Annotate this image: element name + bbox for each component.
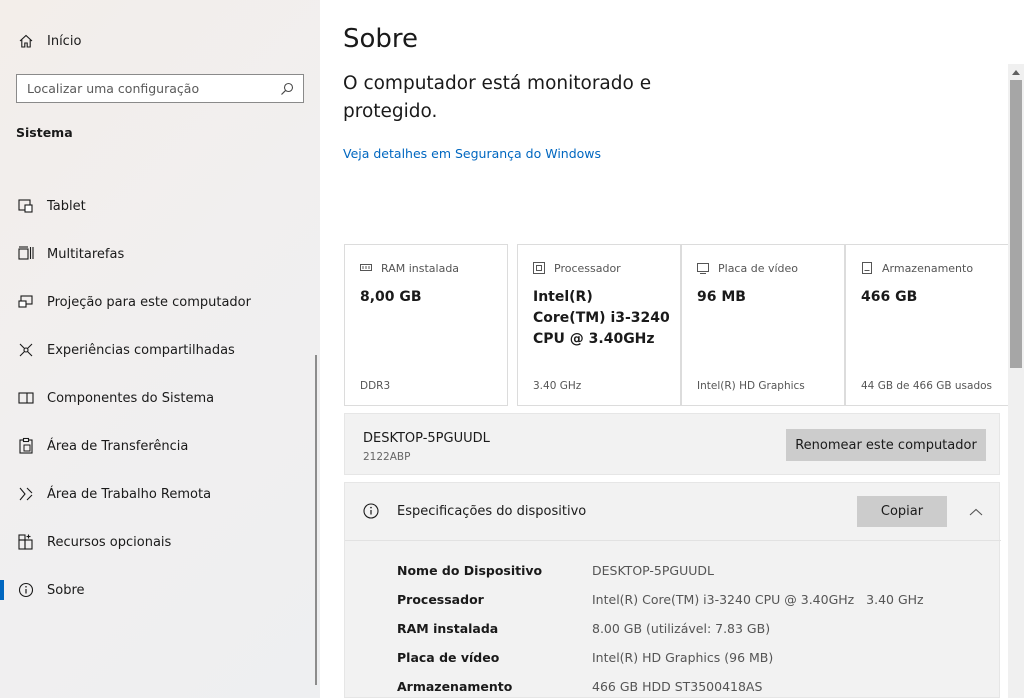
spec-key: Processador bbox=[397, 592, 484, 607]
sidebar-item-transferencia[interactable]: Área de Transferência bbox=[0, 422, 320, 470]
sidebar-item-label: Experiências compartilhadas bbox=[47, 342, 235, 358]
sidebar-item-label: Sobre bbox=[47, 582, 85, 598]
rename-computer-button[interactable]: Renomear este computador bbox=[786, 429, 986, 461]
ram-icon bbox=[359, 261, 373, 275]
spec-value: 8.00 GB (utilizável: 7.83 GB) bbox=[592, 621, 771, 636]
remote-desktop-icon bbox=[15, 483, 37, 505]
sidebar-item-label: Recursos opcionais bbox=[47, 534, 172, 550]
spec-value: Intel(R) Core(TM) i3-3240 CPU @ 3.40GHz … bbox=[592, 592, 924, 607]
card-detail: Intel(R) HD Graphics bbox=[697, 380, 805, 392]
sidebar-item-label: Tablet bbox=[47, 198, 86, 214]
search-icon[interactable] bbox=[279, 81, 295, 97]
sidebar-item-multitarefas[interactable]: Multitarefas bbox=[0, 230, 320, 278]
section-title: Sistema bbox=[16, 125, 73, 140]
security-link[interactable]: Veja detalhes em Segurança do Windows bbox=[343, 146, 601, 161]
home-icon bbox=[15, 30, 37, 52]
spec-cards: RAM instalada 8,00 GB DDR3 Processador I… bbox=[344, 244, 1009, 406]
optional-features-icon bbox=[15, 531, 37, 553]
card-value: 8,00 GB bbox=[360, 289, 422, 305]
computer-name: DESKTOP-5PGUUDL bbox=[363, 431, 490, 446]
sidebar-item-label: Área de Trabalho Remota bbox=[47, 486, 212, 502]
spec-row: Placa de vídeo Intel(R) HD Graphics (96 … bbox=[397, 650, 924, 679]
clipboard-icon bbox=[15, 435, 37, 457]
card-header: Armazenamento bbox=[860, 261, 973, 275]
search-box[interactable] bbox=[16, 74, 304, 103]
card-title: Armazenamento bbox=[882, 261, 974, 275]
info-icon bbox=[15, 579, 37, 601]
ram-card: RAM instalada 8,00 GB DDR3 bbox=[344, 244, 508, 406]
nav-home[interactable]: Início bbox=[15, 30, 81, 52]
sidebar: Início Sistema Tablet Multitarefas Proje… bbox=[0, 0, 320, 698]
computer-subtitle: 2122ABP bbox=[363, 451, 411, 463]
sidebar-item-experiencias[interactable]: Experiências compartilhadas bbox=[0, 326, 320, 374]
page-title: Sobre bbox=[343, 24, 419, 54]
storage-card: Armazenamento 466 GB 44 GB de 466 GB usa… bbox=[845, 244, 1009, 406]
sidebar-item-recursos[interactable]: Recursos opcionais bbox=[0, 518, 320, 566]
device-specs-panel: Especificações do dispositivo Copiar Nom… bbox=[344, 482, 1001, 698]
card-value: 466 GB bbox=[861, 289, 918, 305]
spec-key: Placa de vídeo bbox=[397, 650, 500, 665]
device-specs-list: Nome do Dispositivo DESKTOP-5PGUUDL Proc… bbox=[397, 563, 924, 698]
scrollbar-thumb[interactable] bbox=[1010, 80, 1022, 368]
multitask-icon bbox=[15, 243, 37, 265]
system-components-icon bbox=[15, 387, 37, 409]
card-title: Processador bbox=[554, 261, 621, 275]
spec-key: RAM instalada bbox=[397, 621, 499, 636]
copy-button[interactable]: Copiar bbox=[857, 496, 947, 527]
sidebar-item-label: Multitarefas bbox=[47, 246, 125, 262]
search-input[interactable] bbox=[27, 81, 279, 96]
sidebar-item-projecao[interactable]: Projeção para este computador bbox=[0, 278, 320, 326]
card-title: Placa de vídeo bbox=[718, 261, 799, 275]
spec-row: Processador Intel(R) Core(TM) i3-3240 CP… bbox=[397, 592, 924, 621]
sidebar-item-sobre[interactable]: Sobre bbox=[0, 566, 320, 614]
card-detail: 3.40 GHz bbox=[533, 380, 582, 392]
info-icon bbox=[361, 501, 381, 521]
sidebar-item-remota[interactable]: Área de Trabalho Remota bbox=[0, 470, 320, 518]
card-header: Placa de vídeo bbox=[696, 261, 798, 275]
shared-experiences-icon bbox=[15, 339, 37, 361]
processor-icon bbox=[532, 261, 546, 275]
spec-key: Armazenamento bbox=[397, 679, 513, 694]
spec-value: Intel(R) HD Graphics (96 MB) bbox=[592, 650, 774, 665]
sidebar-item-componentes[interactable]: Componentes do Sistema bbox=[0, 374, 320, 422]
gpu-icon bbox=[696, 261, 710, 275]
card-header: RAM instalada bbox=[359, 261, 459, 275]
storage-icon bbox=[860, 261, 874, 275]
computer-name-panel: DESKTOP-5PGUUDL 2122ABP Renomear este co… bbox=[344, 413, 1000, 475]
spec-row: Nome do Dispositivo DESKTOP-5PGUUDL bbox=[397, 563, 924, 592]
card-value: 96 MB bbox=[697, 289, 746, 305]
nav-home-label: Início bbox=[47, 33, 82, 49]
main-content: Sobre O computador está monitorado e pro… bbox=[320, 0, 1024, 698]
sidebar-scrollbar[interactable] bbox=[315, 355, 317, 685]
sidebar-item-label: Projeção para este computador bbox=[47, 294, 251, 310]
protection-status: O computador está monitorado e protegido… bbox=[343, 73, 652, 122]
device-specs-header[interactable]: Especificações do dispositivo Copiar bbox=[345, 483, 1001, 541]
device-specs-title: Especificações do dispositivo bbox=[397, 504, 587, 519]
sidebar-item-tablet[interactable]: Tablet bbox=[0, 182, 320, 230]
card-detail: DDR3 bbox=[360, 380, 391, 392]
spec-row: RAM instalada 8.00 GB (utilizável: 7.83 … bbox=[397, 621, 924, 650]
sidebar-item-label: Área de Transferência bbox=[47, 438, 189, 454]
main-scrollbar[interactable] bbox=[1008, 64, 1024, 698]
card-title: RAM instalada bbox=[381, 261, 460, 275]
spec-row: Armazenamento 466 GB HDD ST3500418AS bbox=[397, 679, 924, 698]
scroll-up-icon[interactable] bbox=[1008, 64, 1024, 80]
processor-card: Processador Intel(R) Core(TM) i3-3240 CP… bbox=[517, 244, 681, 406]
nav-list: Tablet Multitarefas Projeção para este c… bbox=[0, 182, 320, 614]
tablet-icon bbox=[15, 195, 37, 217]
chevron-up-icon[interactable] bbox=[966, 502, 986, 522]
gpu-card: Placa de vídeo 96 MB Intel(R) HD Graphic… bbox=[681, 244, 845, 406]
card-value: Intel(R) Core(TM) i3-3240 CPU @ 3.40GHz bbox=[533, 289, 670, 347]
projection-icon bbox=[15, 291, 37, 313]
spec-value: DESKTOP-5PGUUDL bbox=[592, 563, 714, 578]
card-detail: 44 GB de 466 GB usados bbox=[861, 380, 993, 392]
card-header: Processador bbox=[532, 261, 621, 275]
sidebar-item-label: Componentes do Sistema bbox=[47, 390, 215, 406]
spec-value: 466 GB HDD ST3500418AS bbox=[592, 679, 763, 694]
spec-key: Nome do Dispositivo bbox=[397, 563, 543, 578]
